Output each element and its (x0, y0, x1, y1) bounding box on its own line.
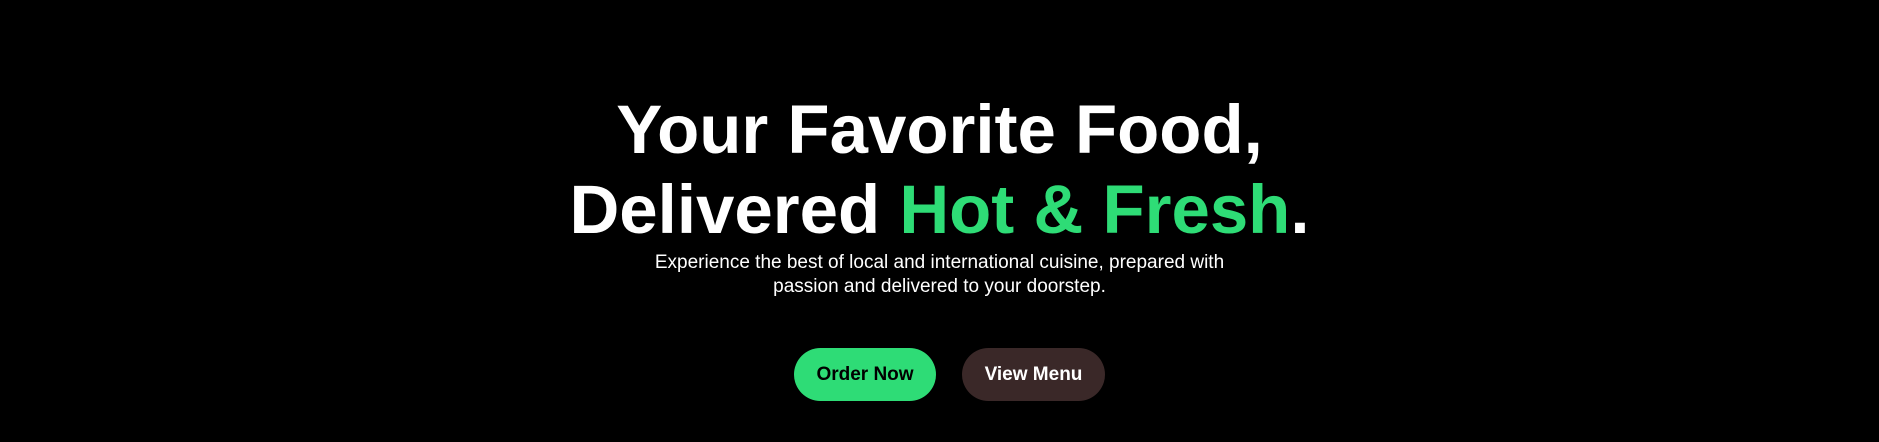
headline-period: . (1290, 171, 1310, 248)
headline-line-1: Your Favorite Food, (616, 91, 1263, 168)
subtitle-line-2: passion and delivered to your doorstep. (773, 276, 1106, 297)
headline-line-2-text: Delivered (569, 171, 900, 248)
hero-headline: Your Favorite Food, Delivered Hot & Fres… (0, 90, 1879, 250)
hero-buttons: Order Now View Menu (0, 348, 1879, 401)
subtitle-line-1: Experience the best of local and interna… (654, 252, 1225, 273)
view-menu-button[interactable]: View Menu (962, 348, 1105, 401)
headline-accent: Hot & Fresh (899, 171, 1291, 248)
headline-line-2: Delivered Hot & Fresh. (0, 170, 1879, 250)
order-now-button[interactable]: Order Now (794, 348, 936, 401)
hero-subtitle: Experience the best of local and interna… (0, 251, 1879, 299)
hero-section: Your Favorite Food, Delivered Hot & Fres… (0, 0, 1879, 442)
